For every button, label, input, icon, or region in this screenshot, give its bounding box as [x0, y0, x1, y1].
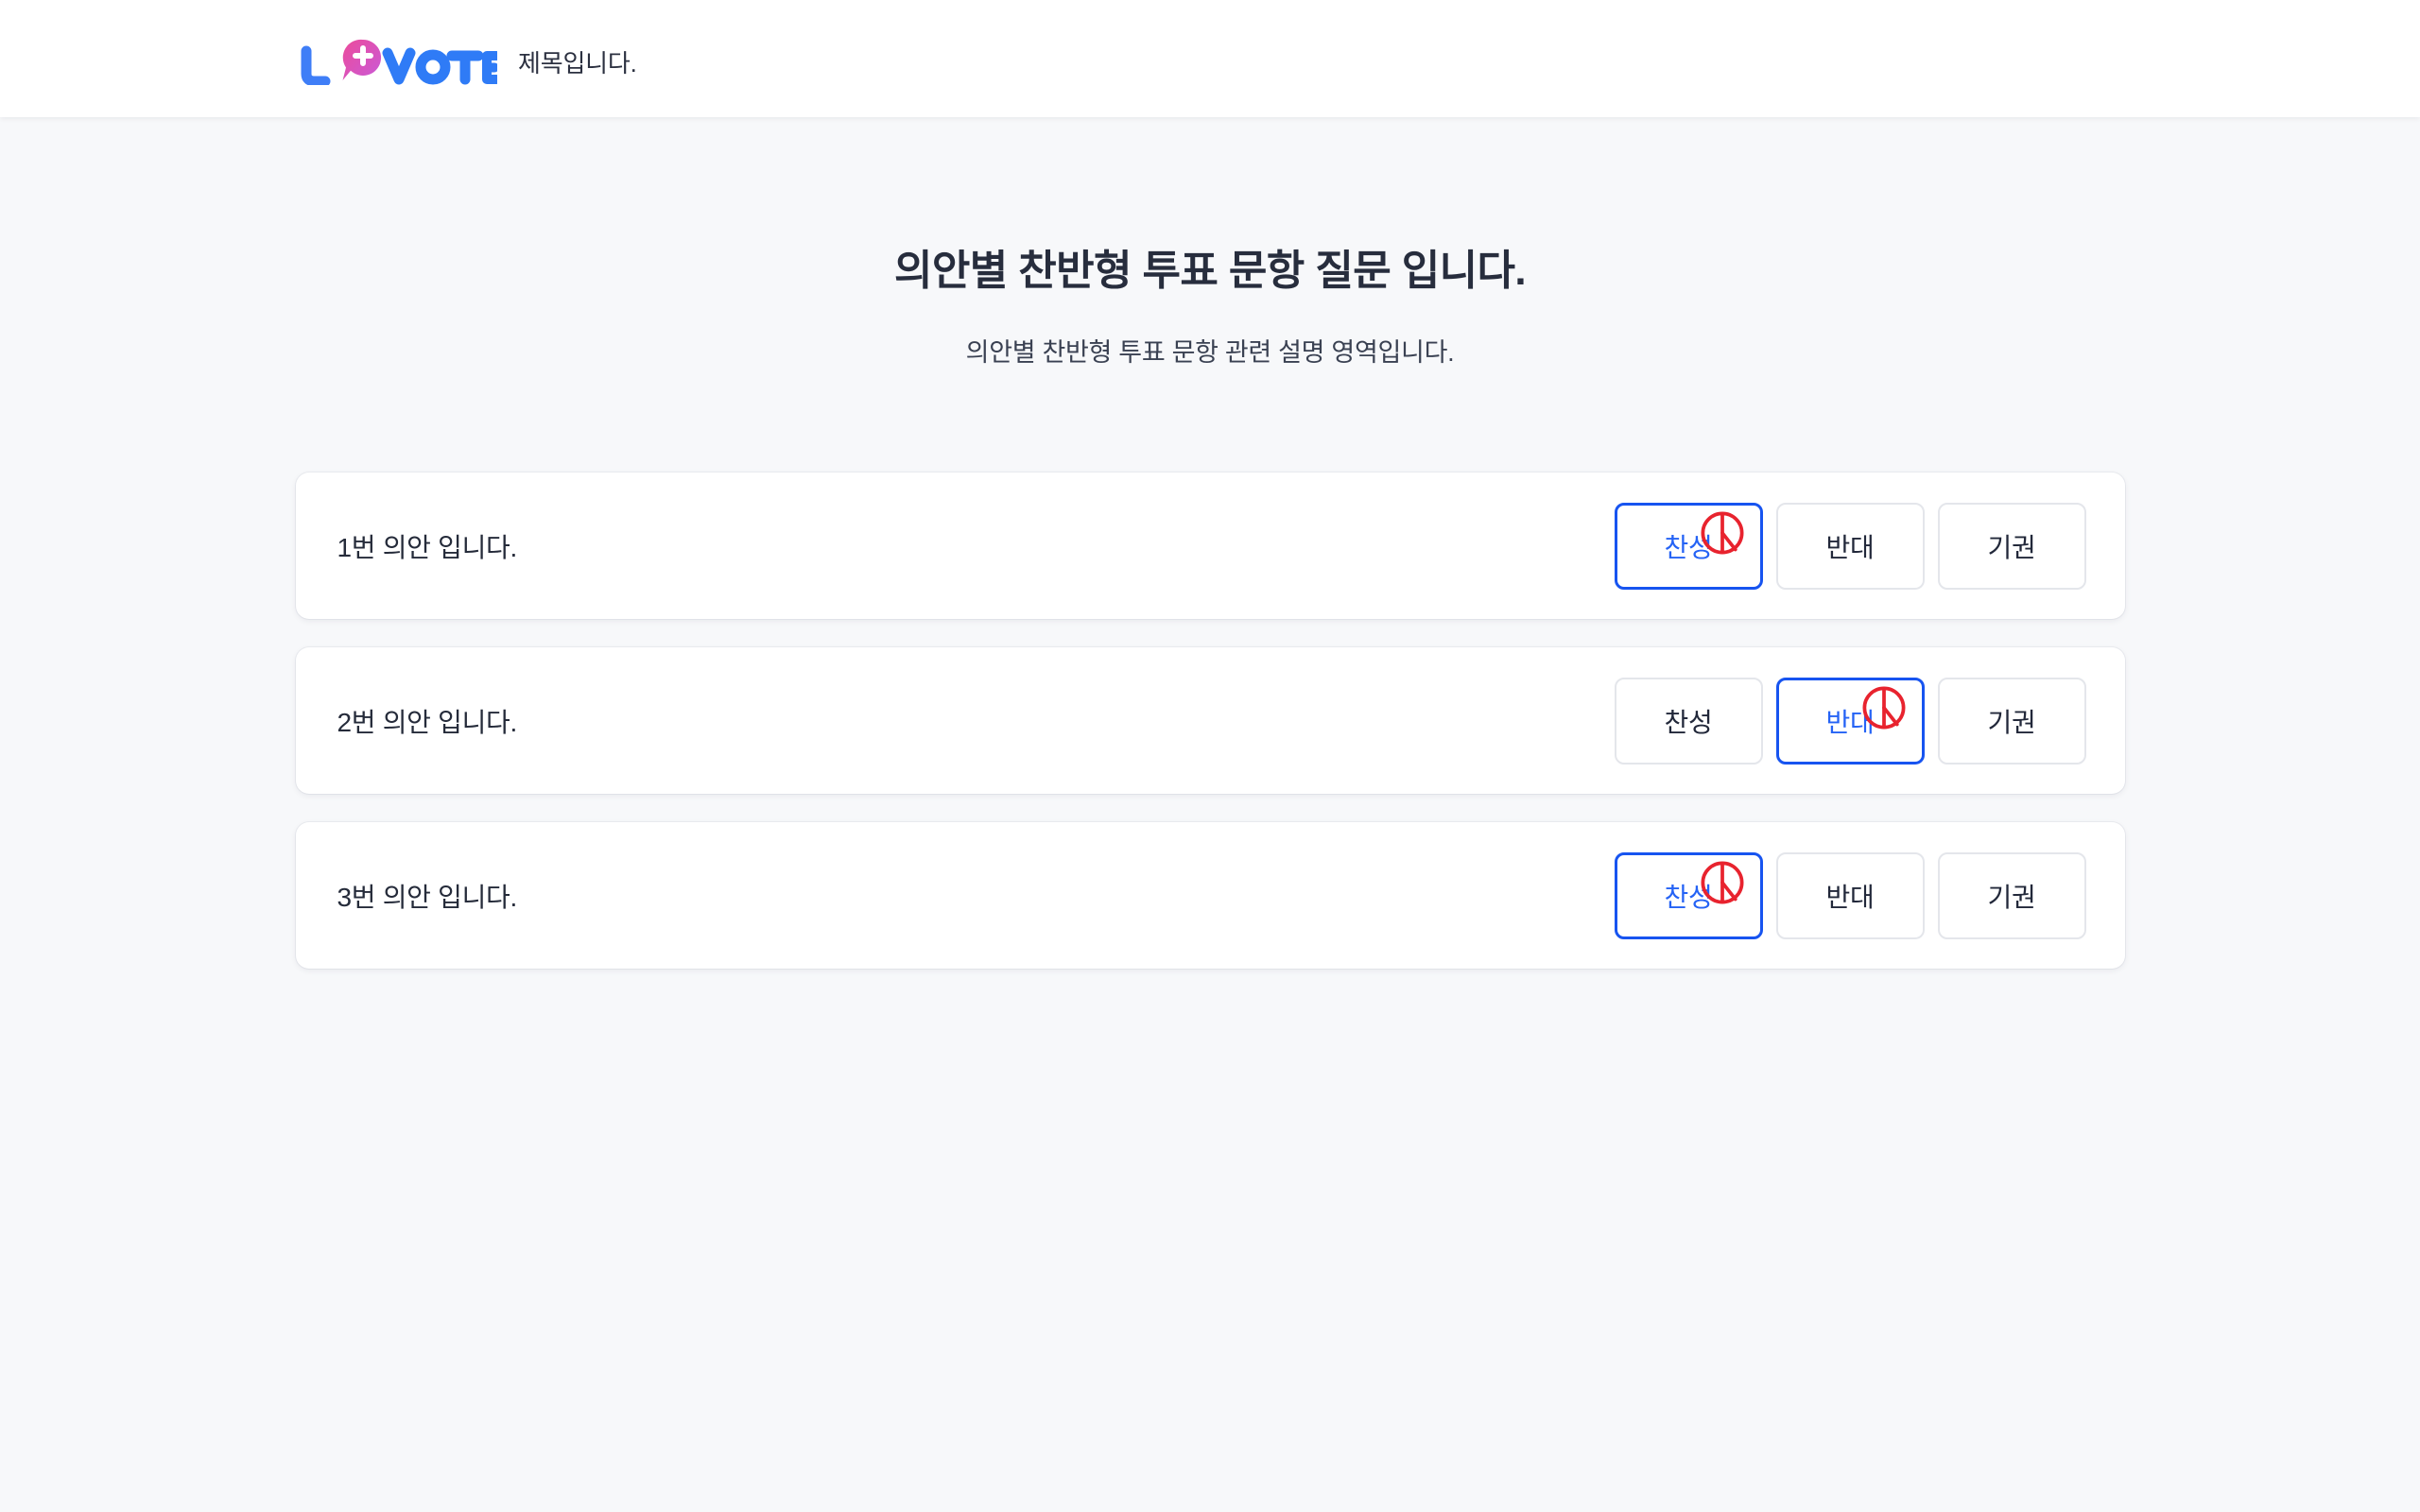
agenda-label: 2번 의안 입니다.	[337, 707, 518, 737]
choice-label: 찬성	[1664, 532, 1713, 562]
choice-button-agree[interactable]: 찬성	[1614, 851, 1763, 939]
choice-button-abstain[interactable]: 기권	[1937, 502, 2086, 590]
choice-button-agree[interactable]: 찬성	[1614, 677, 1763, 765]
u-vote-logo-icon[interactable]	[301, 32, 497, 85]
choice-group: 찬성 반대 기권	[1614, 502, 2086, 590]
intro-section: 의안별 찬반형 투표 문항 질문 입니다. 의안별 찬반형 투표 문항 관련 설…	[0, 244, 2420, 369]
choice-label: 기권	[1987, 707, 2036, 737]
agenda-row: 3번 의안 입니다. 찬성 반대 기권	[295, 822, 2125, 970]
question-title: 의안별 찬반형 투표 문항 질문 입니다.	[894, 248, 1527, 294]
choice-button-abstain[interactable]: 기권	[1937, 851, 2086, 939]
agenda-label: 1번 의안 입니다.	[337, 532, 518, 562]
header-page-title: 제목입니다.	[518, 48, 637, 77]
choice-button-oppose[interactable]: 반대	[1775, 677, 1925, 765]
choice-group: 찬성 반대 기권	[1614, 677, 2086, 765]
choice-label: 기권	[1987, 882, 2036, 912]
choice-label: 반대	[1825, 532, 1875, 562]
page-content: 의안별 찬반형 투표 문항 질문 입니다. 의안별 찬반형 투표 문항 관련 설…	[0, 117, 2420, 1512]
choice-button-abstain[interactable]: 기권	[1937, 677, 2086, 765]
agenda-row: 2번 의안 입니다. 찬성 반대 기권	[295, 647, 2125, 795]
choice-label: 반대	[1825, 882, 1875, 912]
choice-button-oppose[interactable]: 반대	[1775, 851, 1925, 939]
question-description: 의안별 찬반형 투표 문항 관련 설명 영역입니다.	[965, 338, 1455, 368]
choice-group: 찬성 반대 기권	[1614, 851, 2086, 939]
choice-label: 찬성	[1664, 882, 1713, 912]
agenda-label: 3번 의안 입니다.	[337, 882, 518, 912]
choice-label: 찬성	[1664, 707, 1713, 737]
app-header: 제목입니다.	[0, 0, 2420, 117]
agenda-list: 1번 의안 입니다. 찬성 반대 기권 2번 의안 입니다. 찬성 반대 기권 …	[295, 472, 2125, 970]
choice-label: 반대	[1825, 707, 1875, 737]
agenda-row: 1번 의안 입니다. 찬성 반대 기권	[295, 472, 2125, 620]
choice-button-agree[interactable]: 찬성	[1614, 502, 1763, 590]
choice-button-oppose[interactable]: 반대	[1775, 502, 1925, 590]
choice-label: 기권	[1987, 532, 2036, 562]
brand[interactable]: 제목입니다.	[301, 32, 637, 85]
